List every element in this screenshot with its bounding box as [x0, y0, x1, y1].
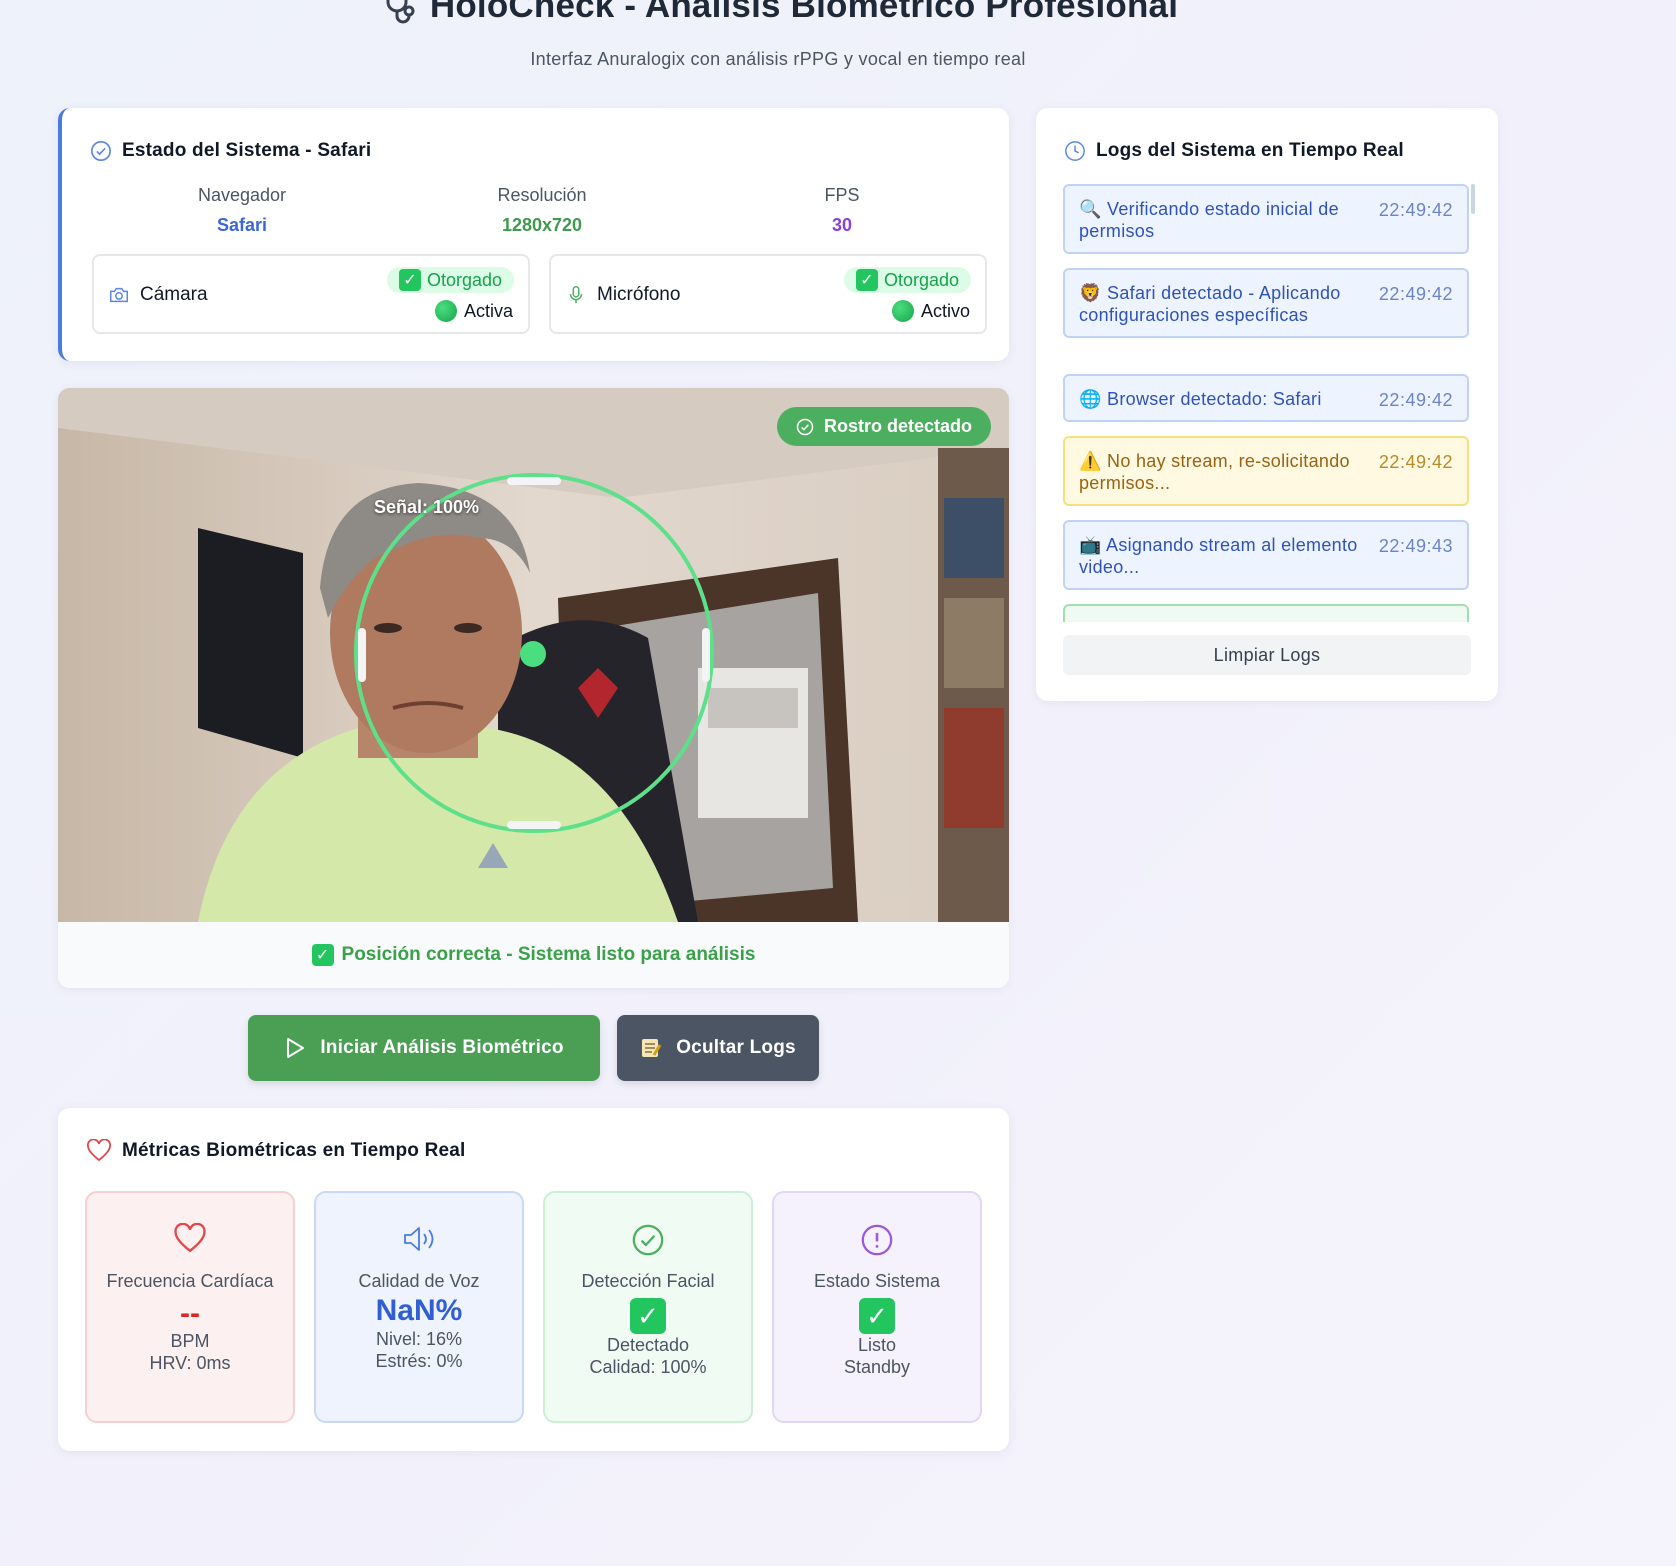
check-icon: ✓	[855, 269, 878, 291]
camera-permission: Cámara ✓ Otorgado Activa	[92, 254, 530, 334]
stat-browser: Navegador Safari	[197, 185, 287, 235]
log-entry: 🌐 Browser detectado: Safari 22:49:42	[1063, 374, 1469, 422]
system-logs-card: Logs del Sistema en Tiempo Real 🔍 Verifi…	[1036, 108, 1498, 701]
stethoscope-icon	[386, 0, 415, 24]
page-title-text: HoloCheck - Análisis Biométrico Profesio…	[429, 0, 1179, 25]
check-circle-icon	[91, 141, 111, 161]
camera-icon	[110, 287, 128, 303]
page-title: HoloCheck - Análisis Biométrico Profesio…	[378, 0, 1178, 26]
check-icon: ✓	[311, 944, 334, 966]
check-circle-icon	[796, 418, 814, 435]
memo-icon	[642, 1039, 662, 1057]
start-analysis-button[interactable]: Iniciar Análisis Biométrico	[248, 1015, 600, 1081]
stat-resolution: Resolución 1280x720	[497, 185, 587, 235]
microphone-icon	[569, 286, 583, 304]
microphone-label: Micrófono	[597, 284, 681, 305]
system-stats: Navegador Safari Resolución 1280x720 FPS…	[92, 185, 992, 236]
lion-icon: 🦁	[1079, 283, 1102, 303]
logs-list[interactable]: 🔍 Verificando estado inicial de permisos…	[1063, 184, 1475, 622]
page-header: HoloCheck - Análisis Biométrico Profesio…	[0, 0, 1556, 70]
metric-voice-quality: Calidad de Voz NaN% Nivel: 16% Estrés: 0…	[314, 1191, 524, 1423]
check-icon: ✓	[398, 269, 421, 291]
metrics-card-title: Métricas Biométricas en Tiempo Real	[86, 1139, 466, 1163]
green-dot-icon	[891, 300, 914, 322]
microphone-permission-badge: ✓ Otorgado	[843, 267, 971, 293]
biometric-metrics-card: Métricas Biométricas en Tiempo Real Frec…	[58, 1108, 1009, 1451]
clear-logs-button[interactable]: Limpiar Logs	[1063, 635, 1471, 675]
metric-system-state: Estado Sistema ✓ Listo Standby	[772, 1191, 982, 1423]
microphone-permission: Micrófono ✓ Otorgado Activo	[549, 254, 987, 334]
log-entry: 📺 Asignando stream al elemento video... …	[1063, 520, 1469, 590]
camera-state: Activa	[434, 300, 513, 322]
stat-fps: FPS 30	[824, 185, 860, 235]
globe-icon: 🌐	[1079, 389, 1102, 409]
speaker-icon	[404, 1227, 434, 1251]
log-entry-warning: ⚠️ No hay stream, re-solicitando permiso…	[1063, 436, 1469, 506]
camera-label: Cámara	[140, 284, 208, 305]
signal-label: Señal: 100%	[374, 497, 480, 517]
position-status: ✓ Posición correcta - Sistema listo para…	[58, 922, 1009, 988]
metric-heart-rate: Frecuencia Cardíaca -- BPM HRV: 0ms	[85, 1191, 295, 1423]
clock-icon	[1065, 141, 1085, 161]
toggle-logs-button[interactable]: Ocultar Logs	[617, 1015, 819, 1081]
camera-permission-badge: ✓ Otorgado	[386, 267, 514, 293]
heart-icon	[174, 1223, 206, 1253]
log-entry	[1063, 604, 1469, 622]
heart-icon	[87, 1139, 111, 1162]
metric-face-detection: Detección Facial ✓ Detectado Calidad: 10…	[543, 1191, 753, 1423]
check-icon: ✓	[859, 1298, 895, 1334]
logs-scrollbar[interactable]	[1471, 184, 1475, 214]
green-dot-icon	[434, 300, 457, 322]
microphone-state: Activo	[891, 300, 970, 322]
tv-icon: 📺	[1079, 535, 1102, 555]
check-icon: ✓	[630, 1298, 666, 1334]
magnifier-icon: 🔍	[1079, 199, 1102, 219]
check-circle-icon	[632, 1224, 664, 1256]
page-subtitle: Interfaz Anuralogix con análisis rPPG y …	[530, 49, 1026, 69]
face-detected-badge: Rostro detectado	[776, 407, 991, 446]
alert-circle-icon	[861, 1224, 893, 1256]
face-guide-overlay	[354, 473, 714, 833]
logs-card-title: Logs del Sistema en Tiempo Real	[1064, 140, 1404, 162]
warning-icon: ⚠️	[1079, 451, 1102, 471]
camera-video-feed: Señal: 100% Rostro detectado	[58, 388, 1009, 922]
log-entry: 🦁 Safari detectado - Aplicando configura…	[1063, 268, 1469, 338]
status-card-title: Estado del Sistema - Safari	[90, 140, 371, 162]
log-entry: 🔍 Verificando estado inicial de permisos…	[1063, 184, 1469, 254]
system-status-card: Estado del Sistema - Safari Navegador Sa…	[58, 108, 1009, 361]
video-card: Señal: 100% Rostro detectado ✓ Posición …	[58, 388, 1009, 988]
play-icon	[287, 1038, 305, 1058]
